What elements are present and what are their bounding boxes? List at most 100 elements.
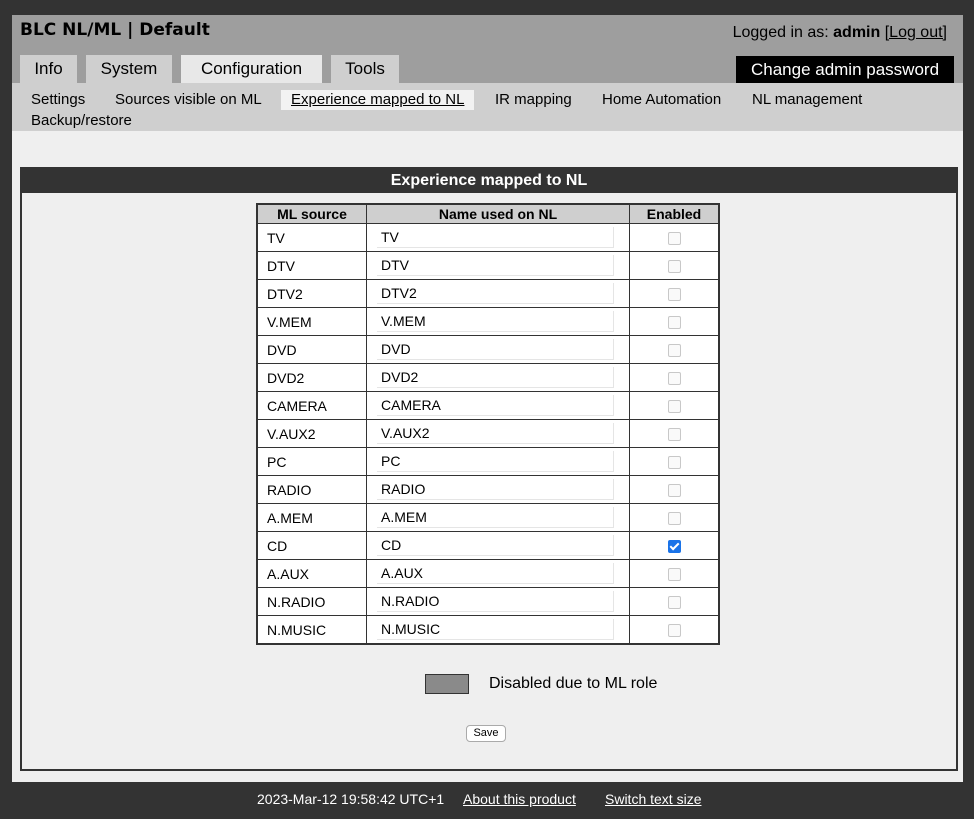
sub-navigation: Settings Sources visible on ML Experienc… [12,83,963,131]
table-row: CD [256,531,720,560]
ml-source-cell: N.RADIO [256,587,367,616]
nl-name-input[interactable] [377,395,614,416]
nl-name-cell [366,391,630,420]
nl-name-input[interactable] [377,563,614,584]
nl-name-input[interactable] [377,339,614,360]
mapping-table: ML source Name used on NL Enabled TVDTVD… [256,203,720,645]
legend-swatch [425,674,469,694]
switch-text-size-link[interactable]: Switch text size [605,791,701,807]
subnav-nl-management[interactable]: NL management [752,90,862,110]
enabled-checkbox[interactable] [667,512,681,526]
table-row: DTV [256,251,720,280]
enabled-checkbox[interactable] [667,540,681,554]
table-row: PC [256,447,720,476]
nl-name-input[interactable] [377,619,614,640]
ml-source-cell: PC [256,447,367,476]
nl-name-input[interactable] [377,423,614,444]
nl-name-input[interactable] [377,311,614,332]
enabled-checkbox[interactable] [667,596,681,610]
login-user: admin [833,24,881,41]
enabled-checkbox[interactable] [667,232,681,246]
nl-name-cell [366,279,630,308]
subnav-ir-mapping[interactable]: IR mapping [495,90,572,110]
enabled-cell [629,307,720,336]
ml-source-cell: DVD2 [256,363,367,392]
nl-name-cell [366,587,630,616]
enabled-checkbox[interactable] [667,400,681,414]
login-prefix: Logged in as: [732,24,834,41]
table-row: DVD [256,335,720,364]
subnav-settings[interactable]: Settings [31,90,85,110]
ml-source-cell: A.MEM [256,503,367,532]
enabled-checkbox[interactable] [667,428,681,442]
table-row: CAMERA [256,391,720,420]
nl-name-input[interactable] [377,507,614,528]
panel-title: Experience mapped to NL [22,169,956,193]
enabled-cell [629,503,720,532]
nl-name-cell [366,615,630,645]
subnav-experience-mapped[interactable]: Experience mapped to NL [281,90,475,110]
ml-source-cell: CD [256,531,367,560]
enabled-cell [629,587,720,616]
legend-label: Disabled due to ML role [489,675,658,692]
subnav-home-automation[interactable]: Home Automation [602,90,721,110]
nl-name-cell [366,503,630,532]
table-row: A.AUX [256,559,720,588]
table-row: N.MUSIC [256,615,720,645]
enabled-cell [629,335,720,364]
enabled-checkbox[interactable] [667,288,681,302]
mapping-panel: Experience mapped to NL ML source Name u… [20,167,958,771]
ml-source-cell: A.AUX [256,559,367,588]
nl-name-cell [366,531,630,560]
nl-name-cell [366,363,630,392]
table-row: A.MEM [256,503,720,532]
logout-link[interactable]: [Log out] [885,24,947,41]
table-header-row: ML source Name used on NL Enabled [256,203,720,224]
ml-source-cell: V.AUX2 [256,419,367,448]
tab-tools[interactable]: Tools [331,55,399,83]
nl-name-input[interactable] [377,255,614,276]
nl-name-cell [366,223,630,252]
enabled-cell [629,391,720,420]
table-row: RADIO [256,475,720,504]
enabled-checkbox[interactable] [667,484,681,498]
save-button[interactable]: Save [466,725,506,742]
tab-info[interactable]: Info [20,55,77,83]
mapping-table-body: TVDTVDTV2V.MEMDVDDVD2CAMERAV.AUX2PCRADIO… [256,223,720,645]
about-product-link[interactable]: About this product [463,791,576,807]
nl-name-input[interactable] [377,367,614,388]
ml-source-cell: V.MEM [256,307,367,336]
nl-name-input[interactable] [377,283,614,304]
enabled-checkbox[interactable] [667,624,681,638]
nl-name-input[interactable] [377,227,614,248]
ml-source-cell: N.MUSIC [256,615,367,645]
enabled-checkbox[interactable] [667,344,681,358]
table-row: V.AUX2 [256,419,720,448]
enabled-checkbox[interactable] [667,568,681,582]
enabled-checkbox[interactable] [667,260,681,274]
enabled-cell [629,531,720,560]
enabled-checkbox[interactable] [667,456,681,470]
enabled-cell [629,615,720,645]
nl-name-input[interactable] [377,535,614,556]
app-frame: BLC NL/ML | Default Logged in as: admin … [12,15,963,782]
enabled-cell [629,363,720,392]
table-row: DTV2 [256,279,720,308]
ml-source-cell: RADIO [256,475,367,504]
nl-name-input[interactable] [377,451,614,472]
nl-name-input[interactable] [377,591,614,612]
tab-configuration[interactable]: Configuration [181,55,322,83]
nl-name-cell [366,335,630,364]
subnav-sources-visible[interactable]: Sources visible on ML [115,90,262,110]
login-status: Logged in as: admin [Log out] [733,24,947,42]
nl-name-cell [366,251,630,280]
column-header-name-used: Name used on NL [366,203,630,224]
nl-name-input[interactable] [377,479,614,500]
nl-name-cell [366,307,630,336]
enabled-checkbox[interactable] [667,372,681,386]
subnav-backup-restore[interactable]: Backup/restore [31,111,132,131]
change-admin-password-button[interactable]: Change admin password [736,56,954,83]
tab-system[interactable]: System [86,55,172,83]
ml-source-cell: TV [256,223,367,252]
enabled-checkbox[interactable] [667,316,681,330]
